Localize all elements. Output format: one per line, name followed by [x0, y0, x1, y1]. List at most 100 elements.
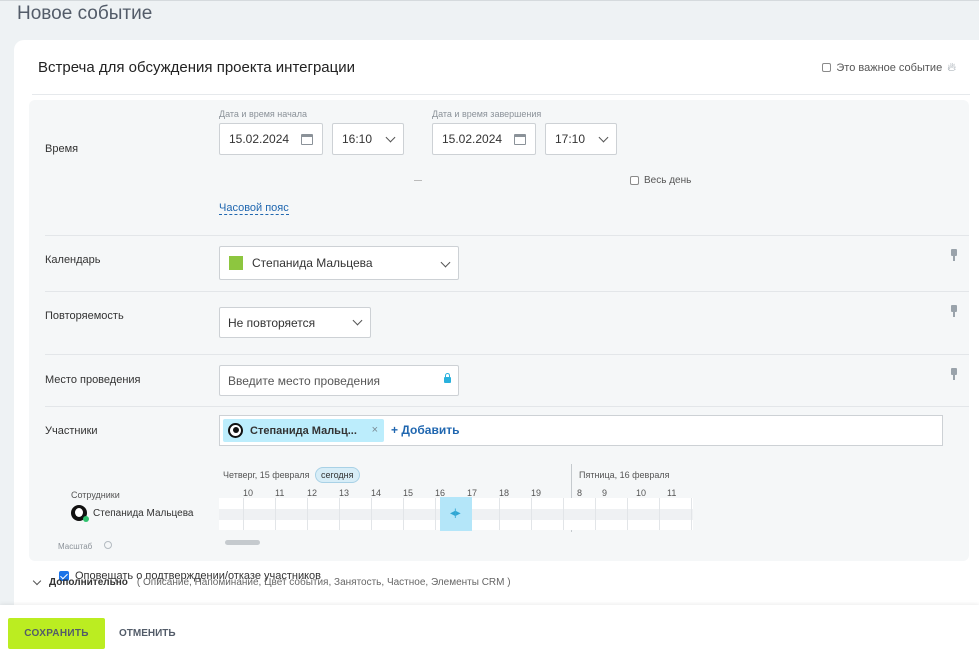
date-range-dash — [414, 180, 422, 181]
chevron-down-icon — [440, 257, 451, 268]
gear-icon[interactable] — [104, 541, 112, 549]
row-divider — [45, 354, 969, 355]
planner-hour-label: 11 — [667, 488, 677, 498]
repeat-select[interactable]: Не повторяется — [219, 307, 371, 338]
planner-hour-label: 13 — [339, 488, 350, 498]
calendar-value: Степанида Мальцева — [252, 256, 373, 270]
today-badge: сегодня — [315, 467, 360, 483]
flame-icon: 🔥︎ — [947, 60, 956, 74]
event-fields: Время Дата и время начала Дата и время з… — [29, 100, 969, 582]
chevron-down-icon — [385, 132, 396, 143]
all-day-toggle[interactable]: Весь день — [630, 175, 691, 186]
planner-grid-line — [435, 498, 436, 530]
close-icon[interactable]: × — [372, 424, 378, 436]
more-title: Дополнительно — [49, 577, 128, 588]
location-label: Место проведения — [45, 374, 141, 386]
row-divider — [45, 235, 969, 236]
pin-icon[interactable] — [951, 305, 957, 317]
resize-handle-icon[interactable]: ◂|▸ — [450, 508, 461, 519]
start-time-select[interactable]: 16:10 — [332, 123, 404, 155]
planner-grid-line — [563, 498, 564, 530]
cancel-button[interactable]: ОТМЕНИТЬ — [112, 618, 183, 649]
top-border — [0, 0, 979, 1]
end-date-input[interactable]: 15.02.2024 — [432, 123, 536, 155]
employee-row: Степанида Мальцева — [71, 505, 194, 522]
chevron-down-icon — [352, 315, 363, 326]
participants-label: Участники — [45, 425, 98, 437]
event-title-input[interactable]: Встреча для обсуждения проекта интеграци… — [38, 59, 355, 76]
start-datetime-label: Дата и время начала — [219, 109, 308, 119]
end-time-value: 17:10 — [555, 132, 586, 146]
location-placeholder: Введите место проведения — [228, 373, 381, 388]
title-divider — [32, 94, 970, 95]
important-event-toggle[interactable]: Это важное событие 🔥︎ — [822, 60, 956, 75]
end-time-select[interactable]: 17:10 — [545, 123, 617, 155]
avatar — [71, 505, 89, 522]
planner-grid-line — [691, 498, 692, 530]
row-divider — [45, 291, 969, 292]
participant-chip-name: Степанида Мальц... — [250, 424, 357, 437]
start-date-value: 15.02.2024 — [229, 132, 290, 146]
planner-grid-line — [275, 498, 276, 530]
calendar-label: Календарь — [45, 254, 101, 266]
repeat-value: Не повторяется — [228, 315, 316, 330]
time-label: Время — [45, 143, 79, 155]
timezone-link[interactable]: Часовой пояс — [219, 202, 289, 215]
lock-icon — [444, 373, 451, 383]
scale-label: Масштаб — [58, 542, 93, 551]
start-time-value: 16:10 — [342, 132, 373, 146]
planner-hour-label: 19 — [531, 488, 542, 498]
planner-hour-label: 8 — [577, 488, 583, 498]
calendar-icon[interactable] — [301, 134, 313, 145]
planner-hour-label: 10 — [636, 488, 647, 498]
planner-grid-line — [403, 498, 404, 530]
all-day-checkbox[interactable] — [630, 176, 639, 185]
chevron-down-icon — [598, 132, 609, 143]
planner-grid-line — [339, 498, 340, 530]
row-divider — [45, 406, 969, 407]
planner-grid-line — [595, 498, 596, 530]
pin-icon[interactable] — [951, 368, 957, 380]
pin-icon[interactable] — [951, 249, 957, 261]
end-datetime-label: Дата и время завершения — [432, 109, 542, 119]
participant-chip[interactable]: Степанида Мальц... × — [223, 419, 384, 442]
planner-hour-label: 10 — [243, 488, 254, 498]
save-button[interactable]: СОХРАНИТЬ — [8, 618, 105, 649]
planner-grid-line — [307, 498, 308, 530]
page-title: Новое событие — [17, 3, 153, 24]
planner-day-1: Четверг, 15 февраля — [223, 470, 310, 480]
planner-day-2: Пятница, 16 февраля — [579, 470, 670, 480]
footer-bar: СОХРАНИТЬ ОТМЕНИТЬ — [0, 605, 979, 653]
planner-hour-label: 11 — [275, 488, 285, 498]
more-items: ( Описание, Напоминание, Цвет события, З… — [136, 577, 511, 588]
planner-grid-line — [243, 498, 244, 530]
planner-grid-line — [531, 498, 532, 530]
all-day-label: Весь день — [644, 175, 692, 186]
planner-hour-label: 14 — [371, 488, 382, 498]
repeat-label: Повторяемость — [45, 310, 124, 322]
important-checkbox[interactable] — [822, 63, 832, 72]
planner-hour-label: 18 — [499, 488, 510, 498]
end-date-value: 15.02.2024 — [442, 132, 503, 146]
more-section-toggle[interactable]: Дополнительно ( Описание, Напоминание, Ц… — [32, 576, 511, 588]
calendar-select[interactable]: Степанида Мальцева — [219, 246, 459, 280]
event-form-card: Встреча для обсуждения проекта интеграци… — [14, 40, 979, 610]
calendar-color-swatch — [229, 256, 243, 270]
calendar-icon[interactable] — [514, 134, 526, 145]
planner-scrollbar[interactable] — [225, 540, 260, 545]
participants-input[interactable]: Степанида Мальц... × + Добавить — [219, 415, 943, 446]
start-date-input[interactable]: 15.02.2024 — [219, 123, 323, 155]
selected-time-block[interactable]: ◂|▸ — [440, 497, 472, 531]
planner-grid-line — [627, 498, 628, 530]
planner-hour-label: 9 — [602, 488, 608, 498]
planner-grid-line — [499, 498, 500, 530]
employee-name: Степанида Мальцева — [93, 507, 194, 519]
location-input[interactable]: Введите место проведения — [219, 365, 459, 396]
important-label: Это важное событие — [836, 61, 943, 74]
planner-hour-label: 12 — [307, 488, 318, 498]
chevron-down-icon — [32, 576, 42, 586]
add-participant-link[interactable]: + Добавить — [391, 423, 459, 437]
planner-grid-line — [659, 498, 660, 530]
avatar — [228, 423, 243, 438]
employees-label: Сотрудники — [71, 490, 120, 500]
